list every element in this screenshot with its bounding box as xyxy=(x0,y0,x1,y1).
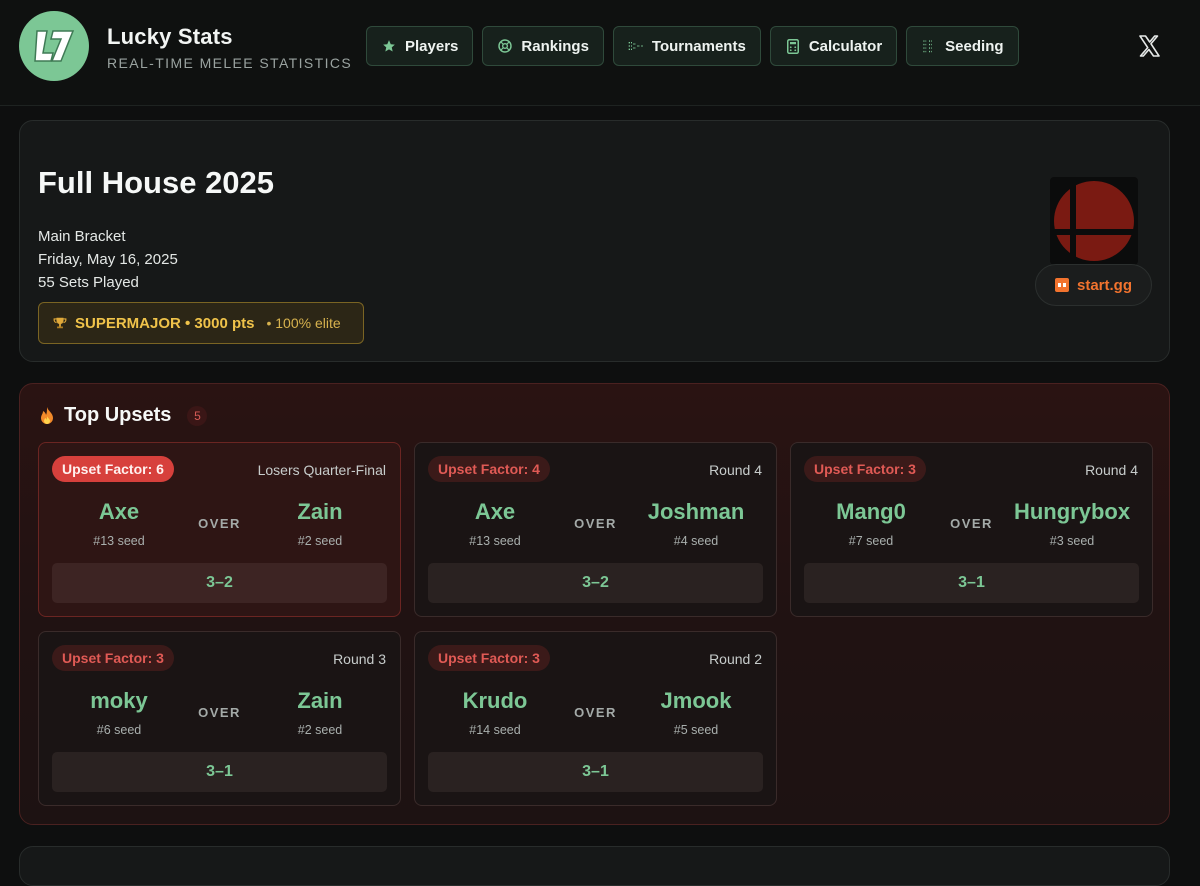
set-score: 3–1 xyxy=(52,752,387,792)
winner-name[interactable]: Mang0 xyxy=(801,499,941,525)
lucky-stats-logo[interactable] xyxy=(19,11,89,81)
tournament-event: Main Bracket xyxy=(38,228,126,245)
tournament-card: Full House 2025 Main Bracket Friday, May… xyxy=(19,120,1170,362)
upset-card[interactable]: Upset Factor: 3 Round 2 Krudo #14 seed O… xyxy=(414,631,777,806)
upset-card[interactable]: Upset Factor: 4 Round 4 Axe #13 seed OVE… xyxy=(414,442,777,617)
loser-name[interactable]: Joshman xyxy=(626,499,766,525)
top-upsets-header: Top Upsets 5 xyxy=(38,404,208,427)
nav-rankings-button[interactable]: Rankings xyxy=(482,26,604,66)
loser-name[interactable]: Zain xyxy=(250,688,390,714)
fire-icon xyxy=(41,406,53,424)
over-label: OVER xyxy=(198,705,241,720)
loser-name[interactable]: Jmook xyxy=(626,688,766,714)
loser-seed: #5 seed xyxy=(673,723,719,737)
ranking-icon xyxy=(497,38,513,54)
nav-rankings-label: Rankings xyxy=(521,37,589,55)
upset-winner: Mang0 #7 seed xyxy=(801,499,941,548)
upset-winner: moky #6 seed xyxy=(49,688,189,737)
set-score: 3–1 xyxy=(804,563,1139,603)
seeding-icon xyxy=(921,38,937,54)
upset-card[interactable]: Upset Factor: 3 Round 3 moky #6 seed OVE… xyxy=(38,631,401,806)
nav-players-label: Players xyxy=(405,37,459,55)
star-icon xyxy=(381,38,397,54)
upsets-count-badge: 5 xyxy=(187,405,208,426)
x-social-button[interactable] xyxy=(1135,32,1163,60)
trophy-icon xyxy=(53,317,67,329)
winner-name[interactable]: Axe xyxy=(49,499,189,525)
top-upsets-title: Top Upsets xyxy=(64,404,172,426)
upset-factor-badge: Upset Factor: 4 xyxy=(428,456,550,482)
winner-seed: #13 seed xyxy=(93,534,145,548)
tournament-title: Full House 2025 xyxy=(38,165,275,200)
upset-round: Losers Quarter-Final xyxy=(257,462,386,478)
x-icon xyxy=(1139,35,1160,57)
upset-round: Round 4 xyxy=(709,462,762,478)
tier-badge: SUPERMAJOR • 3000 pts • 100% elite xyxy=(38,302,364,344)
winner-seed: #7 seed xyxy=(848,534,894,548)
upset-loser: Zain #2 seed xyxy=(250,499,390,548)
upset-factor-badge: Upset Factor: 6 xyxy=(52,456,174,482)
upset-round: Round 2 xyxy=(709,651,762,667)
smash-bros-logo xyxy=(1050,177,1138,265)
loser-name[interactable]: Hungrybox xyxy=(1002,499,1142,525)
main-nav: Players Rankings Tournaments Calculator … xyxy=(366,26,1019,66)
tournament-date: Friday, May 16, 2025 xyxy=(38,251,178,268)
over-label: OVER xyxy=(198,516,241,531)
next-section-card xyxy=(19,846,1170,886)
site-header: Lucky Stats REAL-TIME MELEE STATISTICS P… xyxy=(0,0,1200,106)
nav-seeding-label: Seeding xyxy=(945,37,1004,55)
loser-seed: #2 seed xyxy=(297,534,343,548)
upset-loser: Hungrybox #3 seed xyxy=(1002,499,1142,548)
upset-card[interactable]: Upset Factor: 6 Losers Quarter-Final Axe… xyxy=(38,442,401,617)
winner-seed: #14 seed xyxy=(469,723,521,737)
set-score: 3–1 xyxy=(428,752,763,792)
upset-winner: Axe #13 seed xyxy=(49,499,189,548)
smash-ball-icon xyxy=(1050,177,1138,265)
upset-factor-badge: Upset Factor: 3 xyxy=(804,456,926,482)
upset-round: Round 3 xyxy=(333,651,386,667)
loser-name[interactable]: Zain xyxy=(250,499,390,525)
brand-subtitle: REAL-TIME MELEE STATISTICS xyxy=(107,55,353,71)
over-label: OVER xyxy=(950,516,993,531)
nav-players-button[interactable]: Players xyxy=(366,26,474,66)
set-score: 3–2 xyxy=(52,563,387,603)
nav-seeding-button[interactable]: Seeding xyxy=(906,26,1019,66)
tier-elite-percent: • 100% elite xyxy=(266,315,341,331)
nav-tournaments-button[interactable]: Tournaments xyxy=(612,26,761,66)
upset-loser: Joshman #4 seed xyxy=(626,499,766,548)
upset-loser: Zain #2 seed xyxy=(250,688,390,737)
over-label: OVER xyxy=(574,705,617,720)
winner-seed: #6 seed xyxy=(96,723,142,737)
upset-round: Round 4 xyxy=(1085,462,1138,478)
startgg-icon xyxy=(1054,278,1069,292)
upset-loser: Jmook #5 seed xyxy=(626,688,766,737)
tournament-sets-played: 55 Sets Played xyxy=(38,274,139,291)
loser-seed: #2 seed xyxy=(297,723,343,737)
loser-seed: #4 seed xyxy=(673,534,719,548)
winner-name[interactable]: Axe xyxy=(425,499,565,525)
winner-seed: #13 seed xyxy=(469,534,521,548)
bracket-icon xyxy=(628,38,644,54)
nav-tournaments-label: Tournaments xyxy=(651,37,746,55)
upset-winner: Axe #13 seed xyxy=(425,499,565,548)
nav-calculator-label: Calculator xyxy=(808,37,883,55)
upset-factor-badge: Upset Factor: 3 xyxy=(428,645,550,671)
set-score: 3–2 xyxy=(428,563,763,603)
winner-name[interactable]: Krudo xyxy=(425,688,565,714)
startgg-link-label: start.gg xyxy=(1076,276,1132,294)
startgg-link-button[interactable]: start.gg xyxy=(1035,264,1152,306)
calculator-icon xyxy=(785,38,801,54)
logo-mark-icon xyxy=(34,30,75,62)
brand-title[interactable]: Lucky Stats xyxy=(107,24,233,50)
winner-name[interactable]: moky xyxy=(49,688,189,714)
nav-calculator-button[interactable]: Calculator xyxy=(769,26,898,66)
upset-winner: Krudo #14 seed xyxy=(425,688,565,737)
tier-label: SUPERMAJOR • 3000 pts xyxy=(75,314,255,332)
loser-seed: #3 seed xyxy=(1049,534,1095,548)
top-upsets-section: Top Upsets 5 Upset Factor: 6 Losers Quar… xyxy=(19,383,1170,825)
upset-card[interactable]: Upset Factor: 3 Round 4 Mang0 #7 seed OV… xyxy=(790,442,1153,617)
upset-factor-badge: Upset Factor: 3 xyxy=(52,645,174,671)
over-label: OVER xyxy=(574,516,617,531)
